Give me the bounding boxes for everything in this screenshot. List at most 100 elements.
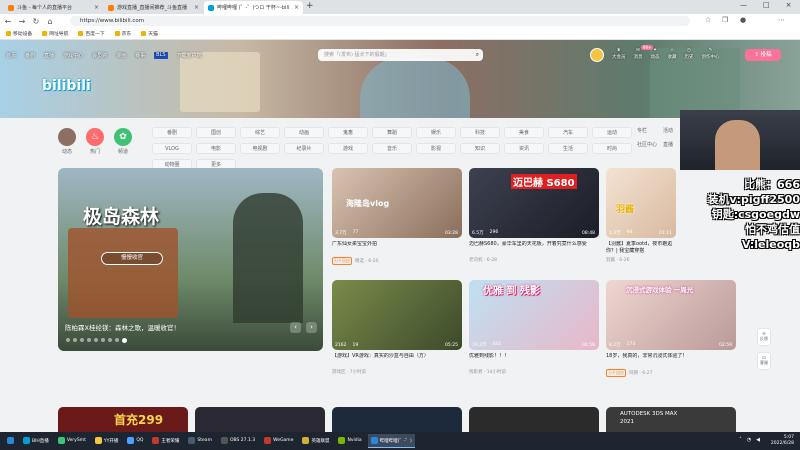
channel-chip[interactable]: 时尚 [592, 143, 632, 154]
video-card[interactable]: 迈巴赫 S680 6.5万 296 08:48 迈巴赫S680，豪华车里的天花板，… [469, 168, 599, 263]
video-card[interactable]: 2162 19 05:25 【游戏】VR游戏：真实的沙盒与自由（方） 游戏区 · … [332, 280, 462, 375]
bookmark-item[interactable]: 百度一下 [78, 30, 105, 37]
feedback-button[interactable]: ✉ 反馈 [757, 328, 771, 346]
taskbar-item[interactable]: OBS 27.1.3 [218, 434, 258, 448]
video-meta[interactable]: 游戏区 · 7小时前 [332, 369, 366, 375]
video-thumbnail[interactable]: 优雅 到 残影 19.2万 442 00:58 [469, 280, 599, 350]
menu-icon[interactable]: ⋯ [778, 16, 785, 24]
video-card[interactable]: 海隆岛vlog 3.7万 77 03:28 广东仙女柔宝宝外拍 万千回应 精选 · … [332, 168, 462, 265]
taskbar-item[interactable]: BIH直播 [20, 434, 52, 448]
system-clock[interactable]: 5:07 2022/6/28 [771, 435, 794, 447]
nav-creator-center[interactable]: ✎ 创作中心 [702, 48, 720, 60]
taskbar-item[interactable]: YY开播 [92, 434, 122, 448]
promo-card[interactable]: 首充299 [58, 407, 188, 435]
carousel-dot[interactable] [94, 338, 98, 342]
video-meta[interactable]: 羽酱 · 6-26 [606, 257, 630, 263]
video-card[interactable] [195, 407, 325, 435]
nav-game-center[interactable]: 游戏中心 [63, 52, 83, 59]
taskbar-item[interactable]: 王者荣耀 [149, 434, 182, 448]
taskbar-item[interactable]: QQ [124, 434, 146, 448]
quick-link-channels[interactable]: ✿ 频道 [114, 128, 132, 155]
channel-chip[interactable]: VLOG [152, 143, 192, 154]
side-channel-community[interactable]: 社区中心 [637, 141, 659, 148]
video-title[interactable]: 18岁，我真的，非常沉浸式体验了！ [606, 353, 736, 367]
nav-download-client[interactable]: 下载客户端 [177, 52, 202, 59]
channel-chip[interactable]: 知识 [460, 143, 500, 154]
bilibili-logo[interactable]: bilibili [42, 78, 91, 94]
channel-chip[interactable]: 影视 [416, 143, 456, 154]
carousel-dot[interactable] [108, 338, 112, 342]
video-card[interactable] [469, 407, 599, 435]
channel-chip[interactable]: 电影 [196, 143, 236, 154]
video-title[interactable]: 广东仙女柔宝宝外拍 [332, 241, 462, 255]
carousel-dot[interactable] [101, 338, 105, 342]
start-button[interactable] [4, 434, 17, 448]
carousel-dot[interactable] [115, 338, 119, 342]
taskbar-item[interactable]: WeGame [261, 434, 296, 448]
featured-carousel[interactable]: 极岛森林 慢慢收官 陈柏霖X桂纶镁：森林之歌，温暖收官！ ‹ › [58, 168, 323, 351]
upload-button[interactable]: ⇪ 投稿 [745, 49, 781, 61]
maximize-icon[interactable]: □ [763, 1, 770, 9]
carousel-dot[interactable] [80, 338, 84, 342]
carousel-prev-button[interactable]: ‹ [290, 322, 301, 333]
tab-douyu-games[interactable]: 游戏直播_直播间推荐_斗鱼直播 × [104, 1, 203, 14]
nav-live[interactable]: 直播 [44, 52, 54, 59]
taskbar-item-active[interactable]: 哔哩哔哩(゜-゜) [367, 434, 415, 448]
user-avatar[interactable] [590, 48, 604, 62]
chevron-up-icon[interactable]: ˄ [739, 437, 742, 443]
nav-manga[interactable]: 漫画 [116, 52, 126, 59]
carousel-caption[interactable]: 陈柏霖X桂纶镁：森林之歌，温暖收官！ [65, 322, 180, 332]
video-title[interactable]: 迈巴赫S680，豪华车里的天花板，开着究竟什么感受 [469, 241, 599, 255]
tab-douyu[interactable]: 斗鱼 - 每个人的直播平台 × [4, 1, 103, 14]
volume-icon[interactable]: ◀ [756, 437, 760, 443]
video-thumbnail[interactable]: 沉浸式游戏体验 一周光 8.2万 173 02:59 [606, 280, 736, 350]
support-button[interactable]: ☊ 客服 [757, 352, 771, 370]
channel-chip[interactable]: 舞蹈 [372, 127, 412, 138]
search-input[interactable]: 搜索「(发布) 猛犬下的假期」 ⌕ [318, 49, 483, 61]
video-meta[interactable]: 阿朝 · 6-27 [629, 370, 653, 376]
quick-link-dynamics[interactable]: 动态 [58, 128, 76, 155]
favorite-star-icon[interactable]: ☆ [705, 16, 711, 24]
channel-chip[interactable]: 资讯 [504, 143, 544, 154]
video-meta[interactable]: 精选 · 6-20 [355, 258, 379, 264]
carousel-button[interactable]: 慢慢收官 [101, 252, 163, 265]
minimize-icon[interactable]: — [740, 1, 747, 9]
url-input[interactable]: https://www.bilibili.com [70, 16, 690, 26]
collections-icon[interactable]: ❐ [722, 16, 728, 24]
nav-esports[interactable]: 赛事 [135, 52, 145, 59]
carousel-next-button[interactable]: › [306, 322, 317, 333]
quick-link-hot[interactable]: ♨ 热门 [86, 128, 104, 155]
video-card[interactable]: 优雅 到 残影 19.2万 442 00:58 优雅到残影！！！ 残影君 · 14… [469, 280, 599, 375]
video-title[interactable]: 【游戏】VR游戏：真实的沙盒与自由（方） [332, 353, 462, 367]
channel-chip[interactable]: 科技 [460, 127, 500, 138]
video-thumbnail[interactable]: 2162 19 05:25 [332, 280, 462, 350]
carousel-dot-active[interactable] [122, 338, 127, 343]
channel-chip[interactable]: 娱乐 [416, 127, 456, 138]
close-tab-icon[interactable]: × [194, 4, 199, 11]
nav-favorites[interactable]: ☆ 收藏 [668, 48, 677, 60]
video-meta[interactable]: 残影君 · 14小时前 [469, 369, 506, 375]
channel-chip[interactable]: 鬼畜 [328, 127, 368, 138]
channel-chip[interactable]: 国创 [196, 127, 236, 138]
carousel-dot[interactable] [73, 338, 77, 342]
channel-chip[interactable]: 游戏 [328, 143, 368, 154]
nav-messages[interactable]: ✉ 消息 [634, 48, 643, 60]
video-meta[interactable]: 老司机 · 6-28 [469, 257, 497, 263]
refresh-icon[interactable]: ↻ [32, 17, 40, 26]
channel-chip[interactable]: 生活 [548, 143, 588, 154]
channel-chip[interactable]: 运动 [592, 127, 632, 138]
channel-chip[interactable]: 电视剧 [240, 143, 280, 154]
channel-chip[interactable]: 汽车 [548, 127, 588, 138]
close-window-icon[interactable]: × [786, 1, 792, 9]
video-card[interactable]: 沉浸式游戏体验 一周光 8.2万 173 02:59 18岁，我真的，非常沉浸式体… [606, 280, 736, 377]
video-card[interactable] [332, 407, 462, 435]
tab-bilibili[interactable]: 哔哩哔哩 (゜-゜)つロ 干杯~-bili × [204, 1, 303, 14]
nav-bls[interactable]: BLS [154, 52, 168, 59]
close-tab-icon[interactable]: × [294, 4, 299, 11]
video-card[interactable]: AUTODESK 3DS MAX 2021 [606, 407, 736, 435]
channel-chip[interactable]: 纪录片 [284, 143, 324, 154]
search-icon[interactable]: ⌕ [476, 49, 479, 61]
channel-chip[interactable]: 音乐 [372, 143, 412, 154]
bookmark-item[interactable]: 天猫 [141, 30, 158, 37]
close-tab-icon[interactable]: × [94, 4, 99, 11]
